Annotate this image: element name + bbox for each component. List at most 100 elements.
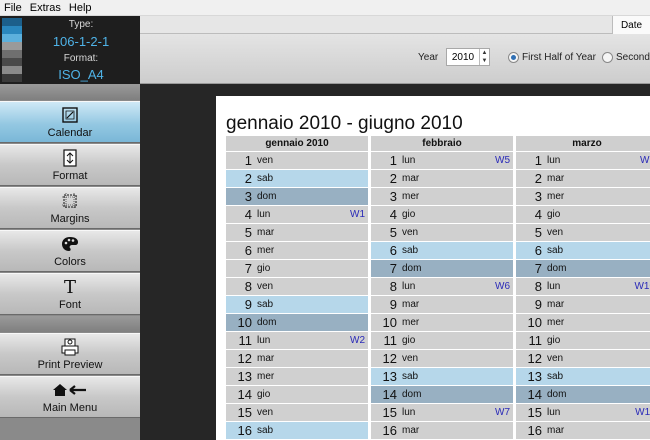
day-name: mer (547, 317, 565, 328)
sidebar-item-main-menu[interactable]: Main Menu (0, 376, 140, 418)
sidebar-item-font[interactable]: T Font (0, 273, 140, 315)
radio-selected-icon (508, 52, 519, 63)
day-name: lun (402, 407, 416, 418)
month-header: marzo (516, 136, 650, 152)
day-number: 5 (244, 225, 252, 240)
day-number: 6 (534, 243, 542, 258)
day-row: 1 lun W9 (516, 152, 650, 170)
spin-up-icon[interactable]: ▲ (480, 49, 489, 57)
year-label: Year (418, 52, 439, 63)
sidebar-item-label: Format (52, 170, 88, 182)
day-row: 15 lun W7 (371, 404, 513, 422)
day-number: 7 (244, 261, 252, 276)
week-number: W10 (634, 281, 650, 292)
day-row: 6 sab (371, 242, 513, 260)
day-name: ven (402, 353, 419, 364)
day-row: 12 ven (516, 350, 650, 368)
day-number: 10 (527, 315, 542, 330)
first-half-radio[interactable]: First Half of Year (508, 52, 596, 63)
day-name: dom (257, 191, 277, 202)
day-row: 13 mer (226, 368, 368, 386)
calendar-icon (61, 105, 79, 125)
day-row: 11 gio (371, 332, 513, 350)
radio-icon (602, 52, 613, 63)
day-number: 16 (237, 423, 252, 438)
day-name: mar (547, 299, 565, 310)
day-row: 16 sab (226, 422, 368, 440)
day-name: lun (547, 281, 561, 292)
month-header: gennaio 2010 (226, 136, 368, 152)
format-icon (62, 148, 78, 168)
day-row: 15 lun W11 (516, 404, 650, 422)
day-name: lun (402, 155, 416, 166)
day-number: 1 (534, 153, 542, 168)
day-number: 16 (382, 423, 397, 438)
day-number: 4 (244, 207, 252, 222)
year-stepper[interactable]: 2010 ▲ ▼ (446, 48, 490, 66)
day-row: 9 mar (371, 296, 513, 314)
sidebar-item-margins[interactable]: Margins (0, 187, 140, 229)
day-row: 9 sab (226, 296, 368, 314)
day-name: dom (402, 389, 422, 400)
calendar-page: gennaio 2010 - giugno 2010 gennaio 2010 1… (216, 96, 650, 440)
month-column: marzo1 lun W9 2 mar 3 mer 4 gio 5 ven 6 sab 7 dom 8 lun W… (516, 136, 650, 440)
menu-file[interactable]: File (0, 2, 26, 14)
day-row: 10 dom (226, 314, 368, 332)
menu-help[interactable]: Help (65, 2, 96, 14)
day-number: 15 (527, 405, 542, 420)
day-number: 1 (244, 153, 252, 168)
week-number: W1 (350, 209, 365, 220)
day-number: 2 (244, 171, 252, 186)
day-name: mer (257, 245, 275, 256)
day-row: 14 gio (226, 386, 368, 404)
day-name: dom (547, 263, 567, 274)
font-icon: T (63, 276, 76, 298)
day-name: mer (547, 191, 565, 202)
day-row: 13 sab (371, 368, 513, 386)
day-number: 10 (237, 315, 252, 330)
day-name: lun (257, 335, 271, 346)
menu-bar: File Extras Help (0, 0, 650, 16)
toolbar: Year 2010 ▲ ▼ First Half of Year Second (140, 34, 650, 84)
day-name: sab (547, 245, 564, 256)
week-number: W7 (495, 407, 510, 418)
month-header: febbraio (371, 136, 513, 152)
day-name: gio (547, 209, 561, 220)
sidebar-item-colors[interactable]: Colors (0, 230, 140, 272)
day-name: gio (257, 389, 271, 400)
second-half-radio[interactable]: Second (602, 52, 650, 63)
sidebar-item-print-preview[interactable]: Print Preview (0, 333, 140, 375)
calendar-preview: gennaio 2010 - giugno 2010 gennaio 2010 1… (140, 84, 650, 440)
spin-down-icon[interactable]: ▼ (480, 57, 489, 65)
print-preview-icon (61, 337, 79, 357)
week-number: W2 (350, 335, 365, 346)
day-row: 16 mar (371, 422, 513, 440)
sidebar-item-format[interactable]: Format (0, 144, 140, 186)
day-number: 6 (244, 243, 252, 258)
day-name: mer (402, 317, 420, 328)
day-name: ven (257, 155, 274, 166)
tab-date[interactable]: Date (612, 16, 650, 34)
day-row: 2 sab (226, 170, 368, 188)
first-half-label: First Half of Year (522, 52, 596, 63)
day-name: lun (257, 209, 271, 220)
day-name: dom (402, 263, 422, 274)
day-number: 3 (389, 189, 397, 204)
day-row: 11 lun W2 (226, 332, 368, 350)
day-row: 3 dom (226, 188, 368, 206)
sidebar-item-label: Margins (50, 213, 90, 225)
sidebar-item-calendar[interactable]: Calendar (0, 101, 140, 143)
day-row: 11 gio (516, 332, 650, 350)
day-name: ven (257, 281, 274, 292)
day-name: mar (402, 425, 420, 436)
day-row: 10 mer (371, 314, 513, 332)
menu-extras[interactable]: Extras (26, 2, 65, 14)
day-number: 8 (389, 279, 397, 294)
day-number: 13 (237, 369, 252, 384)
format-label: Format: (63, 53, 99, 64)
day-row: 6 mer (226, 242, 368, 260)
day-name: sab (257, 299, 274, 310)
day-name: mar (257, 227, 275, 238)
day-number: 11 (528, 333, 543, 348)
home-back-icon (52, 380, 88, 400)
